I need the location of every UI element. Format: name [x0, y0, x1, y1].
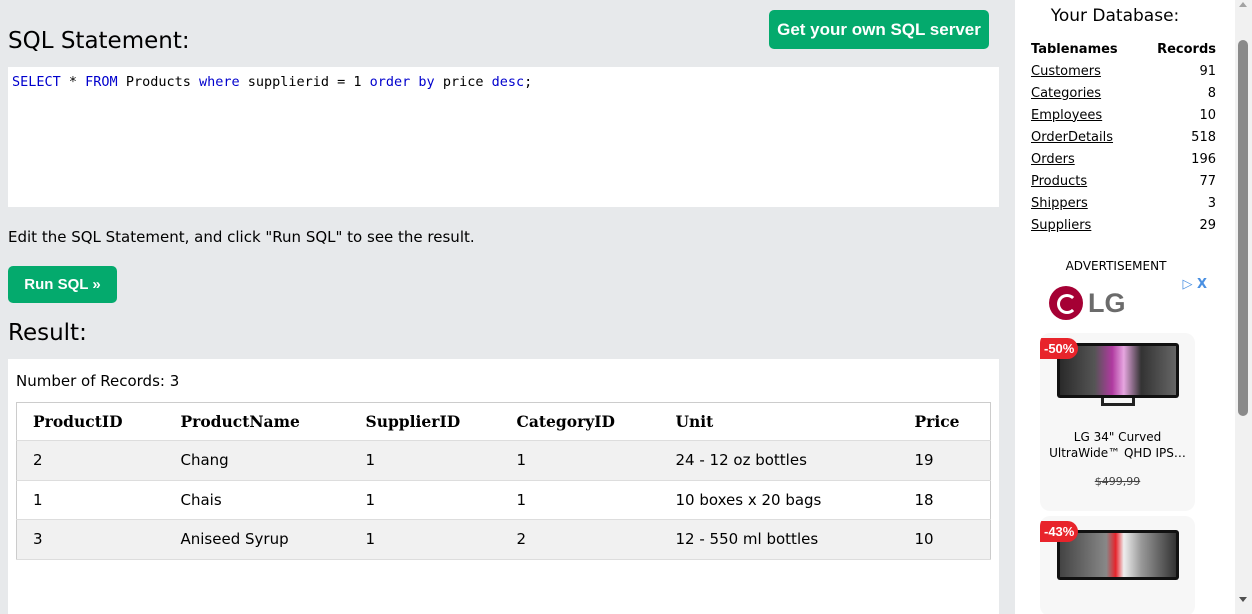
sql-code-line[interactable]: SELECT * FROM Products where supplierid …	[12, 74, 995, 90]
record-count-cell: 29	[1199, 217, 1216, 233]
table-cell: 1	[500, 480, 660, 520]
record-count-cell: 91	[1199, 63, 1216, 79]
table-link-suppliers[interactable]: Suppliers	[1031, 218, 1091, 233]
product-name: LG 34" Curved UltraWide™ QHD IPS…	[1049, 430, 1186, 460]
scroll-down-icon[interactable]	[1239, 597, 1247, 602]
discount-badge: -50%	[1040, 338, 1079, 359]
database-row: Customers 91	[1031, 60, 1216, 82]
table-cell: 2	[500, 519, 660, 560]
table-cell: 18	[898, 480, 991, 520]
table-cell: 2	[16, 440, 165, 481]
database-title: Your Database:	[1050, 6, 1180, 26]
record-count-cell: 77	[1199, 173, 1216, 189]
table-cell: 12 - 550 ml bottles	[659, 519, 899, 560]
sql-editor[interactable]: SELECT * FROM Products where supplierid …	[8, 67, 999, 207]
result-panel: Number of Records: 3 ProductID ProductNa…	[8, 359, 999, 614]
lg-logo: LG	[1049, 286, 1126, 320]
table-cell: 10 boxes x 20 bags	[659, 480, 899, 520]
result-table: ProductID ProductName SupplierID Categor…	[16, 402, 991, 560]
table-row: 3 Aniseed Syrup 1 2 12 - 550 ml bottles …	[16, 519, 991, 560]
tablenames-header: Tablenames	[1031, 41, 1118, 57]
get-sql-server-button[interactable]: Get your own SQL server	[769, 10, 989, 49]
record-count-cell: 8	[1207, 85, 1216, 101]
database-tables: Tablenames Records Customers 91 Categori…	[1031, 38, 1216, 236]
product-price: $499,99	[1094, 475, 1141, 488]
database-row: Orders 196	[1031, 148, 1216, 170]
table-cell: 1	[349, 519, 501, 560]
table-row: 2 Chang 1 1 24 - 12 oz bottles 19	[16, 440, 991, 481]
column-header: SupplierID	[349, 402, 501, 441]
ad-product-card[interactable]: -43%	[1040, 516, 1195, 614]
record-count: Number of Records: 3	[16, 372, 180, 390]
column-header: CategoryID	[500, 402, 660, 441]
table-link-customers[interactable]: Customers	[1031, 64, 1101, 79]
sql-keyword: where	[198, 74, 240, 90]
sql-text: Products	[117, 74, 199, 90]
discount-badge: -43%	[1040, 521, 1079, 542]
scroll-up-icon[interactable]	[1239, 2, 1247, 7]
advertisement-label: ADVERTISEMENT	[1065, 259, 1167, 273]
table-cell: 1	[349, 480, 501, 520]
result-header-row: ProductID ProductName SupplierID Categor…	[16, 402, 991, 441]
database-row: Employees 10	[1031, 104, 1216, 126]
table-cell: Aniseed Syrup	[164, 519, 350, 560]
table-cell: 1	[500, 440, 660, 481]
database-row: Shippers 3	[1031, 192, 1216, 214]
table-link-employees[interactable]: Employees	[1031, 108, 1102, 123]
main-panel: Get your own SQL server SQL Statement: S…	[0, 0, 1015, 614]
table-cell: Chais	[164, 480, 350, 520]
sql-text: *	[60, 74, 86, 90]
database-row: Suppliers 29	[1031, 214, 1216, 236]
hint-text: Edit the SQL Statement, and click "Run S…	[8, 228, 475, 246]
lg-logo-icon	[1049, 286, 1083, 320]
sql-keyword: FROM	[85, 74, 118, 90]
sql-keyword: order by	[369, 74, 435, 90]
scroll-thumb[interactable]	[1238, 40, 1248, 416]
sql-statement-heading: SQL Statement:	[8, 28, 190, 54]
table-cell: 3	[16, 519, 165, 560]
sql-keyword: desc	[491, 74, 525, 90]
table-cell: 10	[898, 519, 991, 560]
ad-close-icon[interactable]: ▷ X	[1182, 277, 1207, 292]
result-heading: Result:	[8, 320, 87, 346]
sql-text: ;	[524, 74, 533, 90]
table-cell: 24 - 12 oz bottles	[659, 440, 899, 481]
record-count-cell: 196	[1191, 151, 1216, 167]
table-cell: 1	[16, 480, 165, 520]
ad-product-card[interactable]: -50% LG 34" Curved UltraWide™ QHD IPS… $…	[1040, 333, 1195, 511]
database-header-row: Tablenames Records	[1031, 38, 1216, 60]
record-count-cell: 518	[1191, 129, 1216, 145]
table-link-orders[interactable]: Orders	[1031, 152, 1075, 167]
table-cell: Chang	[164, 440, 350, 481]
table-link-shippers[interactable]: Shippers	[1031, 196, 1088, 211]
database-row: Categories 8	[1031, 82, 1216, 104]
database-row: OrderDetails 518	[1031, 126, 1216, 148]
lg-brand-text: LG	[1088, 287, 1126, 318]
records-header: Records	[1157, 41, 1216, 57]
table-cell: 1	[349, 440, 501, 481]
sql-text: price	[434, 74, 492, 90]
database-sidebar: Your Database: Tablenames Records Custom…	[1015, 0, 1235, 614]
page-scrollbar[interactable]	[1235, 0, 1252, 614]
record-count-cell: 3	[1207, 195, 1216, 211]
column-header: ProductID	[16, 402, 165, 441]
advertisement[interactable]: ▷ X LG -50% LG 34" Curved UltraWide™ QHD…	[1036, 276, 1211, 614]
column-header: Price	[898, 402, 991, 441]
monitor-stand	[1101, 398, 1135, 406]
column-header: Unit	[659, 402, 899, 441]
database-row: Products 77	[1031, 170, 1216, 192]
table-link-orderdetails[interactable]: OrderDetails	[1031, 130, 1113, 145]
table-cell: 19	[898, 440, 991, 481]
run-sql-button[interactable]: Run SQL »	[8, 266, 117, 303]
sql-keyword: SELECT	[12, 74, 61, 90]
sql-text: supplierid = 1	[239, 74, 370, 90]
table-link-categories[interactable]: Categories	[1031, 86, 1101, 101]
table-row: 1 Chais 1 1 10 boxes x 20 bags 18	[16, 480, 991, 520]
table-link-products[interactable]: Products	[1031, 174, 1087, 189]
record-count-cell: 10	[1199, 107, 1216, 123]
column-header: ProductName	[164, 402, 350, 441]
